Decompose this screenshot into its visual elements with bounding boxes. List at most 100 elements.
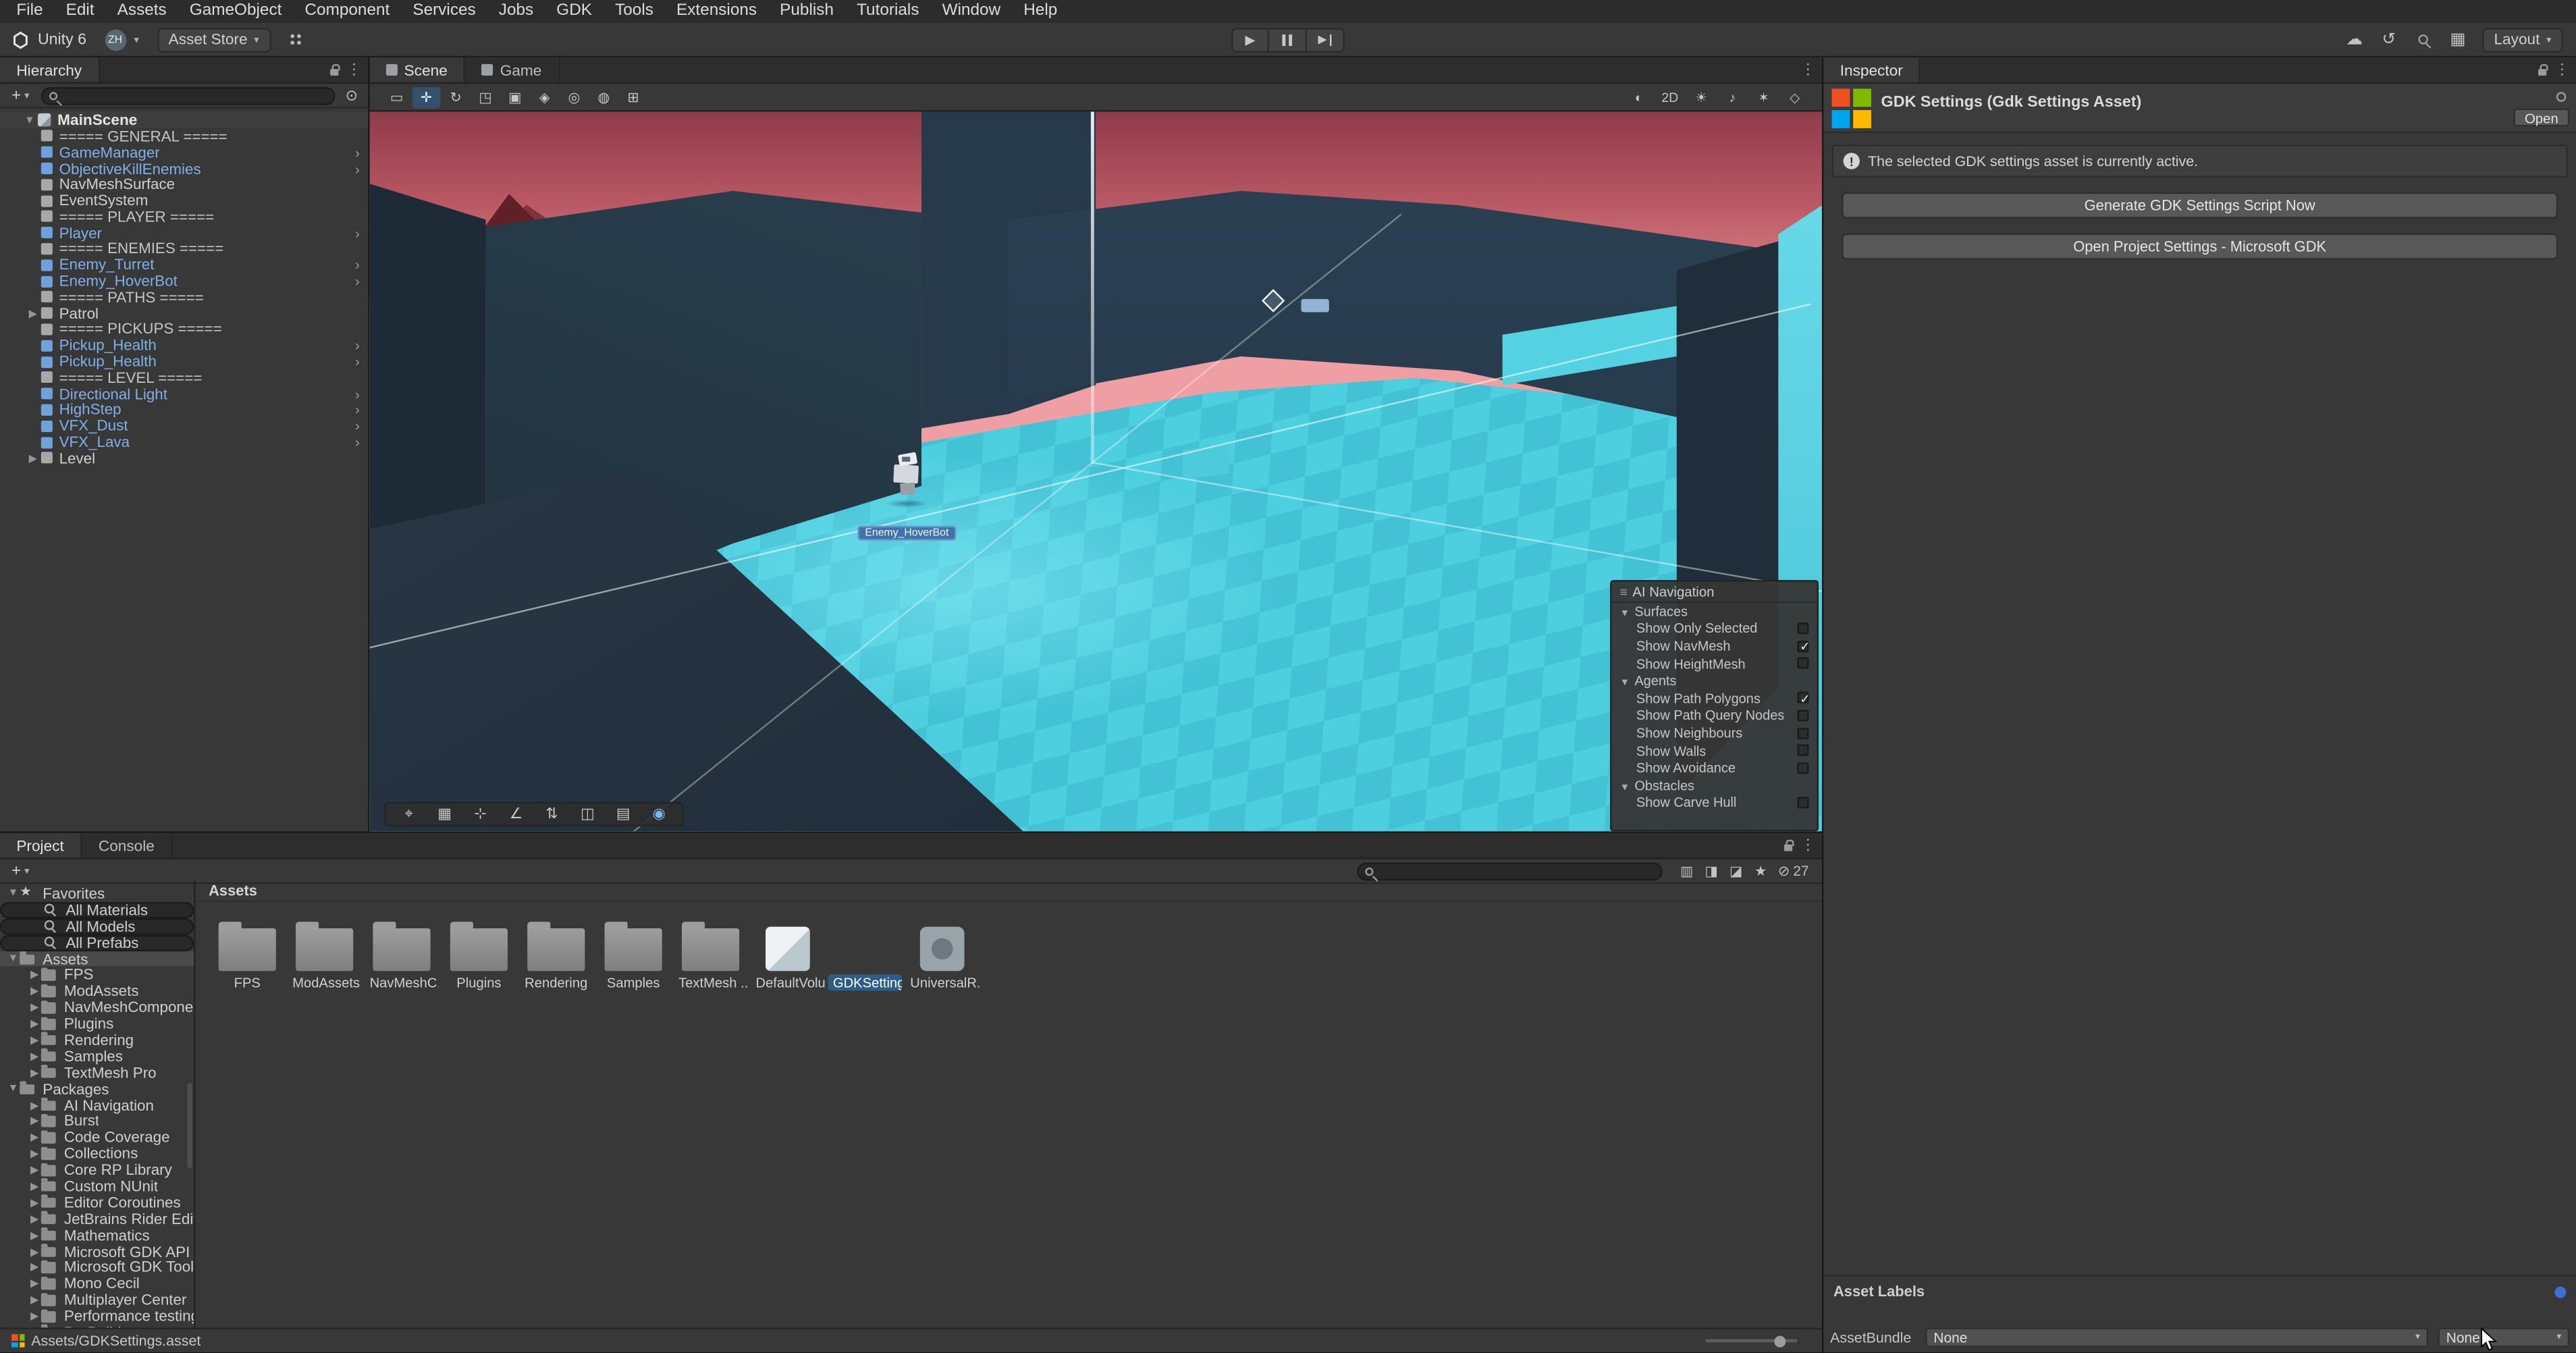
- hierarchy-item[interactable]: VFX_Lava: [0, 434, 368, 450]
- foldout-icon[interactable]: [7, 888, 20, 899]
- transform-tool[interactable]: ◈: [531, 86, 558, 108]
- checkbox[interactable]: [1797, 658, 1809, 670]
- hierarchy-item[interactable]: ObjectiveKillEnemies: [0, 160, 368, 177]
- project-tree-item[interactable]: Packages: [0, 1080, 194, 1097]
- prefab-chevron-icon[interactable]: [355, 144, 360, 161]
- camera-settings-icon[interactable]: ▤: [608, 804, 638, 824]
- project-search-input[interactable]: [1359, 863, 1662, 878]
- project-tree-item[interactable]: All Prefabs: [0, 934, 194, 951]
- project-tree-item[interactable]: Assets: [0, 951, 194, 967]
- scene-visibility-icon[interactable]: ⊙: [342, 84, 361, 107]
- project-tree-item[interactable]: TextMesh Pro: [0, 1064, 194, 1081]
- account-avatar[interactable]: ZH: [104, 28, 126, 51]
- pivot-toggle[interactable]: ◎: [560, 86, 588, 108]
- history-icon[interactable]: ↺: [2379, 28, 2398, 51]
- foldout-icon[interactable]: [28, 1261, 41, 1274]
- foldout-icon[interactable]: [7, 1083, 20, 1094]
- view-tool[interactable]: ▭: [383, 86, 410, 108]
- asset-tile[interactable]: Plugins: [440, 909, 517, 1003]
- foldout-icon[interactable]: [28, 968, 41, 981]
- tab-scene[interactable]: Scene: [369, 57, 466, 82]
- menu-item[interactable]: Help: [1012, 0, 1069, 23]
- rotate-tool[interactable]: ↻: [442, 86, 470, 108]
- generate-script-button[interactable]: Generate GDK Settings Script Now: [1842, 192, 2558, 219]
- lock-icon[interactable]: [2538, 63, 2548, 75]
- layout-dropdown[interactable]: Layout ▾: [2482, 27, 2563, 52]
- checkbox[interactable]: [1797, 727, 1809, 739]
- snap-toggle[interactable]: ⊞: [619, 86, 647, 108]
- unity-logo-icon[interactable]: [11, 30, 30, 49]
- open-project-settings-button[interactable]: Open Project Settings - Microsoft GDK: [1842, 233, 2558, 260]
- hierarchy-item[interactable]: ===== LEVEL =====: [0, 369, 368, 386]
- 2d-toggle[interactable]: 2D: [1656, 86, 1684, 108]
- project-tree-item[interactable]: Multiplayer Center: [0, 1292, 194, 1308]
- menu-item[interactable]: GDK: [545, 0, 603, 23]
- menu-item[interactable]: Edit: [55, 0, 106, 23]
- checkbox[interactable]: [1797, 710, 1809, 722]
- foldout-icon[interactable]: [28, 1147, 41, 1160]
- hierarchy-item[interactable]: Pickup_Health: [0, 338, 368, 354]
- foldout-icon[interactable]: [7, 953, 20, 965]
- hierarchy-item[interactable]: ===== ENEMIES =====: [0, 240, 368, 257]
- effects-toggle[interactable]: ✶: [1750, 86, 1777, 108]
- foldout-icon[interactable]: [28, 1131, 41, 1144]
- hierarchy-item[interactable]: EventSystem: [0, 192, 368, 209]
- hierarchy-item[interactable]: Directional Light: [0, 386, 368, 402]
- search-by-type-icon[interactable]: ◨: [1704, 859, 1719, 882]
- project-tree-item[interactable]: AI Navigation: [0, 1097, 194, 1113]
- foldout-icon[interactable]: [28, 1050, 41, 1063]
- foldout-icon[interactable]: [28, 1066, 41, 1079]
- project-tree-item[interactable]: Plugins: [0, 1015, 194, 1032]
- create-asset-button[interactable]: + ▾: [7, 861, 34, 880]
- foldout-icon[interactable]: [28, 1196, 41, 1209]
- lock-icon[interactable]: [1783, 839, 1794, 851]
- view-options-icon[interactable]: ⌖: [394, 804, 424, 824]
- hierarchy-search-input[interactable]: [42, 88, 334, 103]
- hierarchy-item[interactable]: ===== PATHS =====: [0, 289, 368, 305]
- foldout-icon[interactable]: [28, 1001, 41, 1014]
- project-tree-item[interactable]: Favorites: [0, 884, 194, 902]
- asset-tile[interactable]: ModAssets: [286, 909, 363, 1003]
- measure-icon[interactable]: ◫: [572, 804, 602, 824]
- asset-labels-icon[interactable]: [2554, 1286, 2567, 1298]
- snap-move-icon[interactable]: ⊹: [466, 804, 495, 824]
- menu-item[interactable]: File: [5, 0, 54, 23]
- checkbox[interactable]: [1797, 797, 1809, 809]
- menu-item[interactable]: Assets: [106, 0, 178, 23]
- hierarchy-item[interactable]: HighStep: [0, 402, 368, 418]
- project-tree-item[interactable]: Collections: [0, 1146, 194, 1162]
- tree-scrollbar[interactable]: [187, 1082, 192, 1168]
- foldout-icon[interactable]: [28, 1245, 41, 1258]
- project-tree-item[interactable]: Rendering: [0, 1032, 194, 1049]
- nav-overlay-row[interactable]: Show HeightMesh: [1611, 656, 1817, 673]
- hoverbot-body[interactable]: [893, 464, 919, 484]
- nav-overlay-row[interactable]: Show Path Polygons: [1611, 690, 1817, 708]
- hierarchy-item[interactable]: Level: [0, 450, 368, 467]
- hierarchy-item[interactable]: Enemy_Turret: [0, 257, 368, 273]
- asset-tile[interactable]: UniversalR...: [904, 909, 981, 1003]
- foldout-icon[interactable]: [28, 984, 41, 997]
- lighting-toggle[interactable]: ☀: [1687, 86, 1715, 108]
- menu-item[interactable]: GameObject: [178, 0, 294, 23]
- hierarchy-item[interactable]: VFX_Dust: [0, 418, 368, 434]
- scale-tool[interactable]: ◳: [471, 86, 499, 108]
- thumbnail-size-slider[interactable]: [1705, 1335, 1798, 1348]
- checkbox[interactable]: [1797, 762, 1809, 774]
- foldout-icon[interactable]: [26, 307, 39, 319]
- foldout-icon[interactable]: [28, 1212, 41, 1225]
- step-button[interactable]: ▶: [1306, 28, 1345, 53]
- foldout-icon[interactable]: [28, 1034, 41, 1046]
- nav-overlay-row[interactable]: Show Avoidance: [1611, 760, 1817, 777]
- hierarchy-item[interactable]: GameManager: [0, 144, 368, 161]
- rect-tool[interactable]: ▣: [501, 86, 529, 108]
- search-icon[interactable]: [2413, 28, 2433, 51]
- create-object-button[interactable]: + ▾: [7, 86, 34, 105]
- cloud-icon[interactable]: ☁: [2344, 28, 2364, 51]
- hierarchy-item[interactable]: ===== PICKUPS =====: [0, 321, 368, 338]
- camera-view-icon[interactable]: ◐: [1625, 86, 1653, 108]
- menu-item[interactable]: Tools: [603, 0, 665, 23]
- menu-item[interactable]: Extensions: [665, 0, 768, 23]
- panel-menu-icon[interactable]: ⋮: [1800, 837, 1815, 855]
- asset-tile[interactable]: Samples: [595, 909, 672, 1003]
- panel-menu-icon[interactable]: ⋮: [347, 61, 362, 79]
